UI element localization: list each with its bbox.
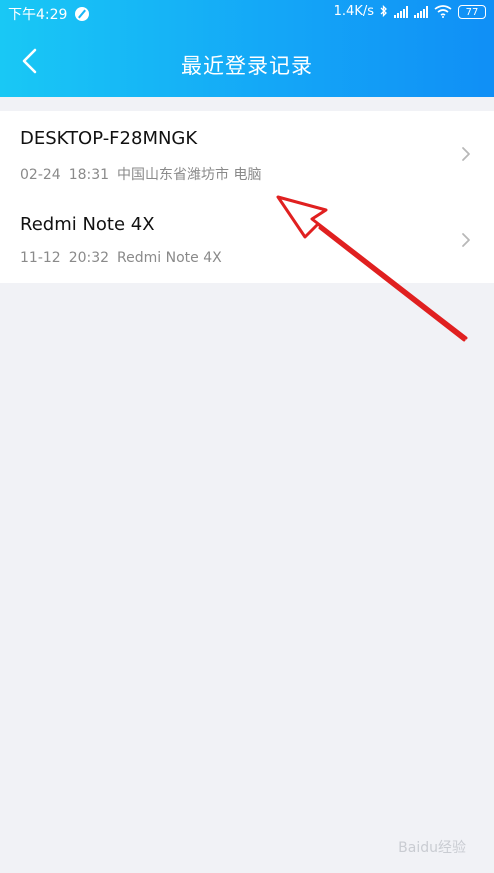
login-details: 11-12 20:32 Redmi Note 4X: [20, 250, 222, 266]
do-not-disturb-icon: [75, 7, 90, 21]
login-details: 02-24 18:31 中国山东省潍坊市 电脑: [20, 164, 262, 184]
login-location: 中国山东省潍坊市 电脑: [117, 167, 262, 183]
status-time: 下午4:29: [8, 7, 68, 23]
chevron-right-icon: [462, 147, 470, 161]
watermark: Baidu经验: [398, 840, 466, 856]
status-right: 1.4K/s 77: [334, 4, 486, 19]
login-record-list: DESKTOP-F28MNGK 02-24 18:31 中国山东省潍坊市 电脑 Re…: [0, 111, 494, 283]
app-header: 下午4:29 1.4K/s 77 最近登录记录: [0, 0, 494, 97]
login-location: Redmi Note 4X: [117, 250, 222, 266]
wifi-icon: [434, 5, 452, 18]
login-record-item[interactable]: DESKTOP-F28MNGK 02-24 18:31 中国山东省潍坊市 电脑: [0, 111, 494, 197]
device-name: Redmi Note 4X: [20, 214, 155, 235]
login-date: 02-24: [20, 167, 61, 183]
login-date: 11-12: [20, 250, 61, 266]
login-time: 18:31: [68, 167, 110, 183]
chevron-right-icon: [462, 233, 470, 247]
signal-icon-2: [414, 5, 428, 18]
battery-indicator: 77: [458, 4, 486, 19]
status-bar: 下午4:29 1.4K/s 77: [0, 0, 494, 26]
signal-icon-1: [394, 5, 408, 18]
login-record-item[interactable]: Redmi Note 4X 11-12 20:32 Redmi Note 4X: [0, 197, 494, 283]
page-title: 最近登录记录: [181, 54, 313, 78]
device-name: DESKTOP-F28MNGK: [20, 128, 198, 149]
title-bar: 最近登录记录: [0, 32, 494, 92]
login-time: 20:32: [68, 250, 110, 266]
status-left: 下午4:29: [8, 4, 90, 24]
bluetooth-icon: [380, 5, 387, 18]
network-speed: 1.4K/s: [333, 4, 374, 19]
